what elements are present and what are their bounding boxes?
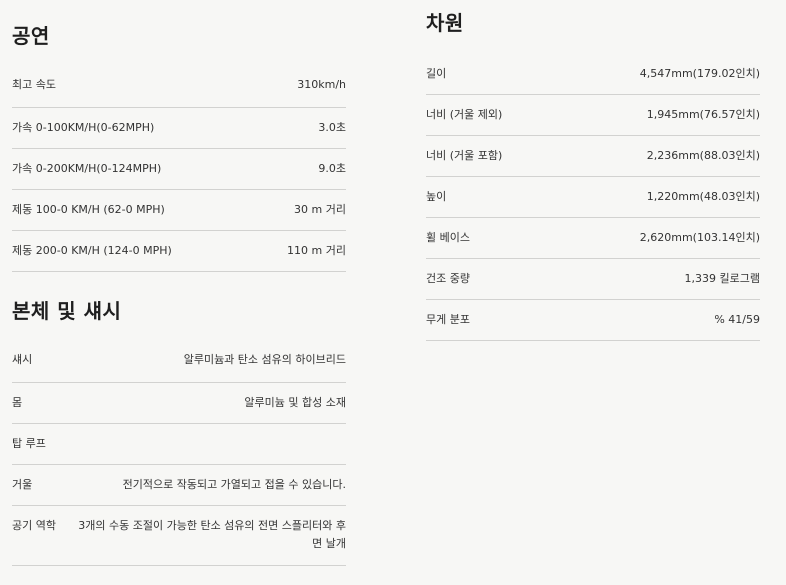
spec-row-brake-200: 제동 200-0 KM/H (124-0 MPH) 110 m 거리 (12, 231, 346, 272)
spec-value: 110 m 거리 (287, 244, 346, 257)
performance-list: 최고 속도 310km/h 가속 0-100KM/H(0-62MPH) 3.0초… (12, 76, 346, 272)
spec-value: 알루미늄 및 합성 소재 (244, 396, 346, 409)
body-chassis-title: 본체 및 섀시 (12, 299, 122, 323)
spec-label: 높이 (426, 190, 447, 203)
spec-label: 탑 루프 (12, 437, 46, 450)
spec-value: 30 m 거리 (294, 203, 346, 216)
spec-value: 310km/h (297, 78, 346, 91)
spec-value: 1,220mm(48.03인치) (646, 190, 760, 203)
spec-label: 제동 200-0 KM/H (124-0 MPH) (12, 244, 172, 257)
spec-label: 최고 속도 (12, 78, 56, 91)
spec-row-accel-100: 가속 0-100KM/H(0-62MPH) 3.0초 (12, 108, 346, 149)
spec-label: 휠 베이스 (426, 231, 470, 244)
spec-row-mirrors: 거울 전기적으로 작동되고 가열되고 접을 수 있습니다. (12, 465, 346, 506)
dimensions-list: 길이 4,547mm(179.02인치) 너비 (거울 제외) 1,945mm(… (426, 65, 760, 341)
spec-value: % 41/59 (714, 313, 760, 326)
spec-value: 2,236mm(88.03인치) (646, 149, 760, 162)
spec-label: 가속 0-100KM/H(0-62MPH) (12, 121, 155, 134)
spec-row-width-no-mirrors: 너비 (거울 제외) 1,945mm(76.57인치) (426, 95, 760, 136)
spec-value: 3.0초 (318, 121, 346, 134)
spec-label: 몸 (12, 396, 23, 409)
spec-value: 9.0초 (318, 162, 346, 175)
spec-row-body: 몸 알루미늄 및 합성 소재 (12, 383, 346, 424)
spec-label: 제동 100-0 KM/H (62-0 MPH) (12, 203, 165, 216)
spec-value: 전기적으로 작동되고 가열되고 접을 수 있습니다. (122, 478, 346, 491)
spec-row-chassis: 섀시 알루미늄과 탄소 섬유의 하이브리드 (12, 351, 346, 383)
spec-value: 3개의 수동 조절이 가능한 탄소 섬유의 전면 스플리터와 후면 날개 (78, 519, 346, 550)
spec-row-width-mirrors: 너비 (거울 포함) 2,236mm(88.03인치) (426, 136, 760, 177)
spec-label: 길이 (426, 67, 447, 80)
spec-label: 너비 (거울 포함) (426, 149, 503, 162)
spec-row-top-speed: 최고 속도 310km/h (12, 76, 346, 108)
spec-row-length: 길이 4,547mm(179.02인치) (426, 65, 760, 95)
spec-value: 1,339 킬로그램 (684, 272, 760, 285)
spec-row-aerodynamics: 공기 역학 3개의 수동 조절이 가능한 탄소 섬유의 전면 스플리터와 후면 … (12, 506, 346, 566)
spec-row-dry-weight: 건조 중량 1,339 킬로그램 (426, 259, 760, 300)
spec-label: 건조 중량 (426, 272, 470, 285)
spec-row-brake-100: 제동 100-0 KM/H (62-0 MPH) 30 m 거리 (12, 190, 346, 231)
spec-value: 2,620mm(103.14인치) (639, 231, 760, 244)
spec-value: 1,945mm(76.57인치) (646, 108, 760, 121)
spec-page: 공연 최고 속도 310km/h 가속 0-100KM/H(0-62MPH) 3… (0, 0, 786, 585)
spec-label: 무게 분포 (426, 313, 470, 326)
spec-label: 너비 (거울 제외) (426, 108, 503, 121)
right-column: 차원 길이 4,547mm(179.02인치) 너비 (거울 제외) 1,945… (426, 0, 760, 341)
spec-label: 공기 역학 (12, 519, 56, 532)
spec-value: 4,547mm(179.02인치) (639, 67, 760, 80)
spec-label: 가속 0-200KM/H(0-124MPH) (12, 162, 162, 175)
spec-label: 거울 (12, 478, 33, 491)
body-chassis-list: 섀시 알루미늄과 탄소 섬유의 하이브리드 몸 알루미늄 및 합성 소재 탑 루… (12, 351, 346, 566)
spec-row-accel-200: 가속 0-200KM/H(0-124MPH) 9.0초 (12, 149, 346, 190)
performance-title: 공연 (12, 24, 50, 48)
spec-label: 섀시 (12, 353, 33, 366)
spec-row-weight-distribution: 무게 분포 % 41/59 (426, 300, 760, 341)
spec-row-wheelbase: 휠 베이스 2,620mm(103.14인치) (426, 218, 760, 259)
spec-value: 알루미늄과 탄소 섬유의 하이브리드 (183, 353, 346, 366)
left-column: 공연 최고 속도 310km/h 가속 0-100KM/H(0-62MPH) 3… (12, 0, 346, 566)
spec-row-height: 높이 1,220mm(48.03인치) (426, 177, 760, 218)
spec-row-top-roof: 탑 루프 (12, 424, 346, 465)
dimensions-title: 차원 (426, 11, 464, 35)
